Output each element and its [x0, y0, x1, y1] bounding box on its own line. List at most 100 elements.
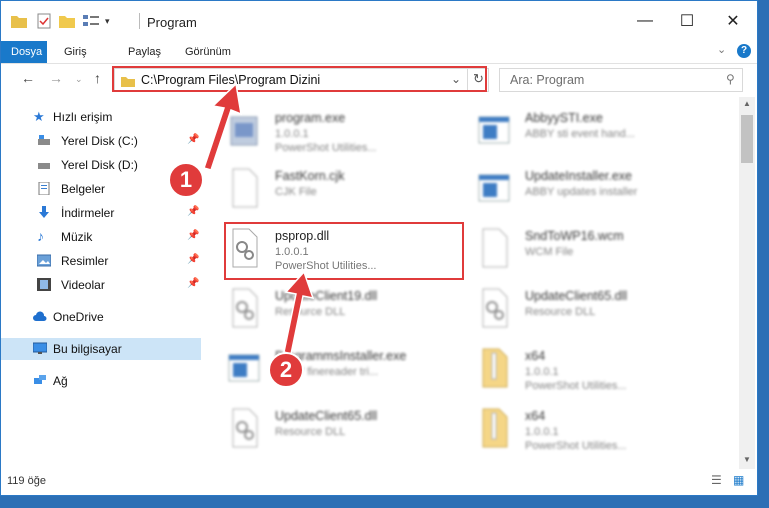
- sidebar-item-local-disk-c[interactable]: Yerel Disk (C:) 📌: [1, 130, 201, 152]
- list-item[interactable]: x64 1.0.0.1 PowerShot Utilities...: [455, 341, 695, 397]
- file-detail: PowerShot Utilities...: [525, 440, 627, 452]
- sidebar-item-label: Hızlı erişim: [53, 110, 113, 124]
- cloud-icon: [33, 311, 47, 321]
- file-detail: Resource DLL: [275, 426, 346, 438]
- sidebar-item-label: Müzik: [61, 230, 93, 244]
- music-note-icon: ♪: [37, 228, 44, 244]
- dll-gear-icon: [232, 288, 258, 328]
- blank-file-icon: [482, 228, 508, 268]
- program-exe-icon: [230, 116, 258, 146]
- maximize-button[interactable]: ☐: [665, 1, 709, 41]
- file-detail: 1.0.0.1: [525, 366, 559, 378]
- film-strip-icon: [37, 278, 51, 291]
- navigation-pane: ★ Hızlı erişim Yerel Disk (C:) 📌 Yerel D…: [1, 101, 201, 461]
- download-arrow-icon: [39, 206, 49, 218]
- back-arrow-icon[interactable]: ←: [21, 70, 35, 86]
- sidebar-item-network[interactable]: Ağ: [1, 370, 201, 392]
- sidebar-item-downloads[interactable]: İndirmeler 📌: [1, 202, 201, 224]
- file-name: UpdateClient65.dll: [275, 409, 378, 423]
- file-detail: PowerShot Utilities...: [525, 380, 627, 392]
- scroll-down-icon[interactable]: ▼: [743, 455, 751, 464]
- sidebar-item-quick-access[interactable]: ★ Hızlı erişim: [1, 106, 201, 128]
- file-name: x64: [525, 409, 546, 423]
- file-detail: 1.0.0.1: [275, 128, 309, 140]
- up-arrow-icon[interactable]: ↑: [94, 70, 101, 86]
- sidebar-item-label: Resimler: [61, 254, 109, 268]
- file-detail: ABBY sti event hand...: [525, 128, 635, 140]
- file-detail: ABBY updates installer: [525, 186, 638, 198]
- list-item[interactable]: UpdateClient19.dll Resource DLL: [205, 281, 445, 337]
- sidebar-item-label: Yerel Disk (C:): [61, 134, 138, 148]
- minimize-button[interactable]: —: [623, 1, 667, 41]
- sidebar-item-videos[interactable]: Videolar 📌: [1, 274, 201, 296]
- search-box[interactable]: Ara: Program ⚲: [499, 68, 743, 92]
- sidebar-item-onedrive[interactable]: OneDrive: [1, 306, 201, 328]
- file-detail: PowerShot Utilities...: [275, 142, 377, 154]
- file-name: SndToWP16.wcm: [525, 229, 624, 243]
- callout-badge-1: 1: [168, 162, 204, 198]
- expand-ribbon-icon[interactable]: ⌄: [717, 43, 726, 56]
- status-bar: 119 öğe ☰ ▦: [1, 471, 757, 491]
- network-icon: [34, 375, 46, 384]
- tab-dosya[interactable]: Dosya: [1, 41, 47, 63]
- close-button[interactable]: ✕: [711, 1, 755, 41]
- sidebar-item-label: İndirmeler: [61, 206, 115, 220]
- sidebar-item-label: Belgeler: [61, 182, 106, 196]
- quick-access-toolbar: ▾: [11, 13, 110, 29]
- pin-icon: 📌: [187, 206, 200, 217]
- forward-arrow-icon[interactable]: →: [49, 70, 63, 86]
- vertical-scrollbar[interactable]: ▲ ▼: [739, 97, 755, 469]
- callout-badge-2: 2: [268, 352, 304, 388]
- recent-locations-icon[interactable]: ⌄: [75, 74, 83, 85]
- document-icon: [38, 182, 50, 195]
- search-icon: ⚲: [726, 72, 735, 86]
- folder-icon: [11, 16, 27, 28]
- list-item[interactable]: ProgrammsInstaller.exe ABBY finereader t…: [205, 341, 445, 397]
- sidebar-item-music[interactable]: ♪ Müzik 📌: [1, 226, 201, 248]
- file-name: AbbyySTI.exe: [525, 111, 603, 125]
- sidebar-item-label: Videolar: [61, 278, 105, 292]
- file-detail: 1.0.0.1: [525, 426, 559, 438]
- file-detail: CJK File: [275, 186, 317, 198]
- drive-icon: [38, 163, 50, 169]
- sidebar-item-this-pc[interactable]: Bu bilgisayar: [1, 338, 201, 360]
- tab-gorunum[interactable]: Görünüm: [185, 41, 231, 63]
- tab-paylas[interactable]: Paylaş: [128, 41, 161, 63]
- file-name: FastKorn.cjk: [275, 169, 345, 183]
- list-item[interactable]: UpdateClient65.dll Resource DLL: [205, 401, 445, 457]
- search-placeholder: Ara: Program: [510, 73, 585, 87]
- file-name: x64: [525, 349, 546, 363]
- sidebar-item-label: Yerel Disk (D:): [61, 158, 138, 172]
- details-view-icon[interactable]: ☰: [711, 473, 722, 487]
- view-options-icon[interactable]: [83, 14, 99, 28]
- properties-icon[interactable]: [37, 13, 51, 29]
- file-name: UpdateClient65.dll: [525, 289, 628, 303]
- sidebar-item-pictures[interactable]: Resimler 📌: [1, 250, 201, 272]
- list-item[interactable]: FastKorn.cjk CJK File: [205, 161, 445, 217]
- large-icons-view-icon[interactable]: ▦: [733, 473, 744, 487]
- dll-gear-icon: [482, 288, 508, 328]
- title-bar: ▾ Program — ☐ ✕: [1, 1, 757, 41]
- list-item[interactable]: SndToWP16.wcm WCM File: [455, 221, 695, 277]
- address-bar-highlight: [112, 66, 487, 92]
- pin-icon: 📌: [187, 134, 200, 145]
- file-detail: WCM File: [525, 246, 574, 258]
- title-divider: [139, 13, 140, 29]
- list-item[interactable]: x64 1.0.0.1 PowerShot Utilities...: [455, 401, 695, 457]
- list-item[interactable]: UpdateInstaller.exe ABBY updates install…: [455, 161, 695, 217]
- scrollbar-thumb[interactable]: [741, 115, 753, 163]
- exe-window-icon: [478, 174, 510, 202]
- exe-window-icon: [228, 354, 260, 382]
- tab-giris[interactable]: Giriş: [64, 41, 87, 63]
- new-folder-icon[interactable]: [59, 14, 75, 28]
- pin-icon: 📌: [187, 278, 200, 289]
- pin-icon: 📌: [187, 254, 200, 265]
- scroll-up-icon[interactable]: ▲: [743, 99, 751, 108]
- monitor-icon: [33, 342, 47, 354]
- pictures-icon: [37, 254, 51, 267]
- list-item[interactable]: program.exe 1.0.0.1 PowerShot Utilities.…: [205, 103, 445, 159]
- list-item[interactable]: UpdateClient65.dll Resource DLL: [455, 281, 695, 337]
- customize-qa-dropdown-icon[interactable]: ▾: [105, 16, 110, 27]
- help-icon[interactable]: ?: [737, 44, 751, 58]
- list-item[interactable]: AbbyySTI.exe ABBY sti event hand...: [455, 103, 695, 159]
